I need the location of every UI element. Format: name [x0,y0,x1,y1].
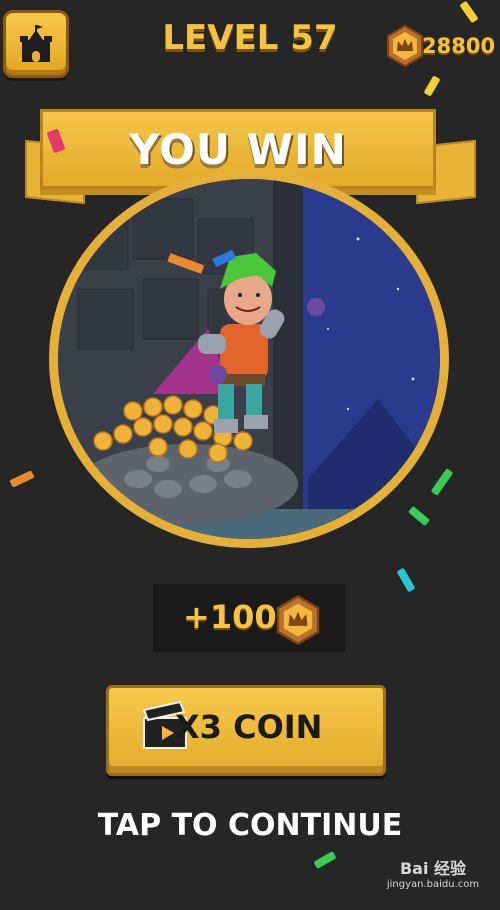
castle-icon [20,25,52,62]
confetti-piece [396,567,416,593]
level-title: LEVEL 57 [162,18,338,58]
confetti-piece [423,75,441,97]
confetti-piece [408,505,430,527]
tap-to-continue[interactable]: TAP TO CONTINUE [50,808,450,843]
reward-amount: +100 [183,598,277,636]
banner-title: YOU WIN [129,124,347,174]
hero-illustration [58,179,440,539]
watermark-main: Bai 经验 [399,859,467,878]
coin-count: 28800 [422,34,496,58]
baidu-watermark: Bai 经验 jingyan.baidu.com [378,855,488,890]
victory-scene [49,170,449,548]
x3-coin-label: X3 COIN [175,708,323,746]
confetti-piece [9,470,35,488]
confetti-piece [313,851,337,869]
watermark-sub: jingyan.baidu.com [386,879,480,890]
confetti-piece [430,468,454,496]
confetti-piece [459,0,479,24]
crown-coin-icon [276,594,320,646]
coin-icon [387,24,423,68]
home-button[interactable] [3,10,69,78]
